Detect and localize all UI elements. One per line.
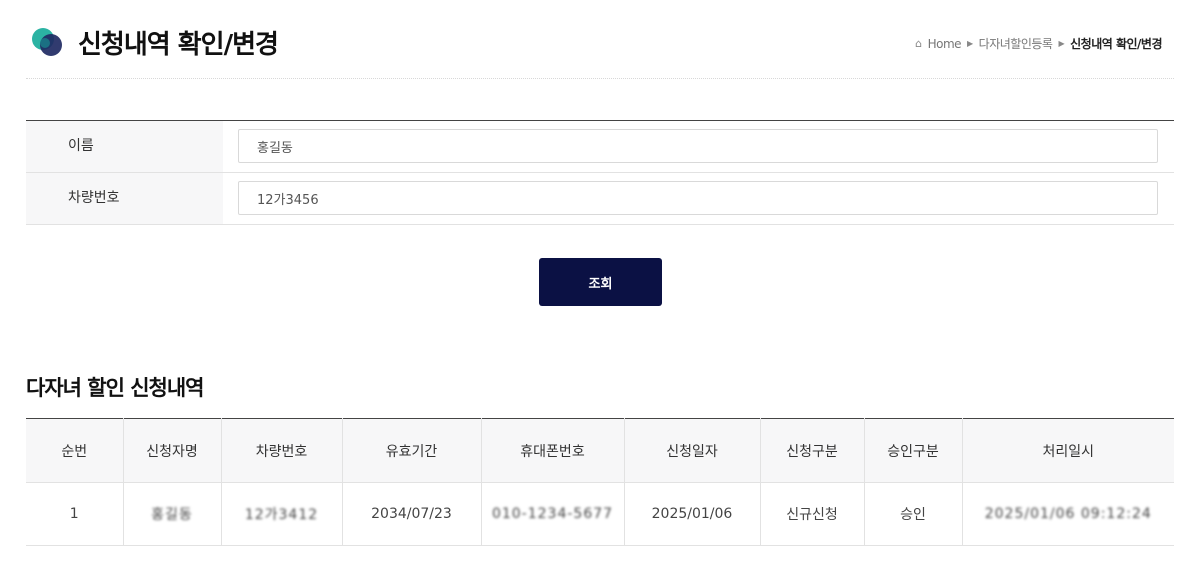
cell-approval: 승인 <box>864 482 963 546</box>
search-form: 이름 차량번호 <box>26 120 1174 225</box>
column-header: 유효기간 <box>342 418 482 483</box>
logo-icon <box>32 28 62 56</box>
column-header: 차량번호 <box>221 418 343 483</box>
vehicle-number-label: 차량번호 <box>26 173 223 224</box>
name-input[interactable] <box>238 129 1158 163</box>
cell-processed-at: 2025/01/06 09:12:24 <box>962 482 1174 546</box>
column-header: 신청자명 <box>123 418 222 483</box>
form-row-name: 이름 <box>26 121 1174 173</box>
table-header-row: 순번 신청자명 차량번호 유효기간 휴대폰번호 신청일자 신청구분 승인구분 처… <box>26 418 1174 483</box>
column-header: 신청일자 <box>624 418 761 483</box>
column-header: 처리일시 <box>962 418 1174 483</box>
results-title: 다자녀 할인 신청내역 <box>26 376 205 400</box>
column-header: 순번 <box>26 418 124 483</box>
cell-valid-until: 2034/07/23 <box>342 482 482 546</box>
table-row[interactable]: 1 홍길동 12가3412 2034/07/23 010-1234-5677 2… <box>26 482 1174 546</box>
column-header: 신청구분 <box>760 418 865 483</box>
form-row-vehicle: 차량번호 <box>26 173 1174 225</box>
search-button[interactable]: 조회 <box>539 258 662 306</box>
column-header: 휴대폰번호 <box>481 418 625 483</box>
cell-phone: 010-1234-5677 <box>481 482 625 546</box>
cell-applicant: 홍길동 <box>123 482 222 546</box>
cell-apply-type: 신규신청 <box>760 482 865 546</box>
breadcrumb: ⌂ Home ▶ 다자녀할인등록 ▶ 신청내역 확인/변경 <box>915 35 1162 52</box>
cell-vehicle: 12가3412 <box>221 482 343 546</box>
vehicle-number-input[interactable] <box>238 181 1158 215</box>
breadcrumb-parent[interactable]: 다자녀할인등록 <box>979 35 1053 52</box>
breadcrumb-home[interactable]: Home <box>928 37 962 51</box>
page-title: 신청내역 확인/변경 <box>78 30 279 60</box>
page-header: 신청내역 확인/변경 ⌂ Home ▶ 다자녀할인등록 ▶ 신청내역 확인/변경 <box>0 0 1200 80</box>
breadcrumb-current: 신청내역 확인/변경 <box>1070 37 1162 51</box>
column-header: 승인구분 <box>864 418 963 483</box>
cell-apply-date: 2025/01/06 <box>624 482 761 546</box>
results-table: 순번 신청자명 차량번호 유효기간 휴대폰번호 신청일자 신청구분 승인구분 처… <box>26 418 1174 546</box>
header-divider <box>26 78 1174 79</box>
name-label: 이름 <box>26 121 223 172</box>
home-icon[interactable]: ⌂ <box>915 37 922 50</box>
cell-seq: 1 <box>26 482 124 546</box>
breadcrumb-separator-icon: ▶ <box>1058 39 1065 48</box>
breadcrumb-separator-icon: ▶ <box>967 39 973 48</box>
